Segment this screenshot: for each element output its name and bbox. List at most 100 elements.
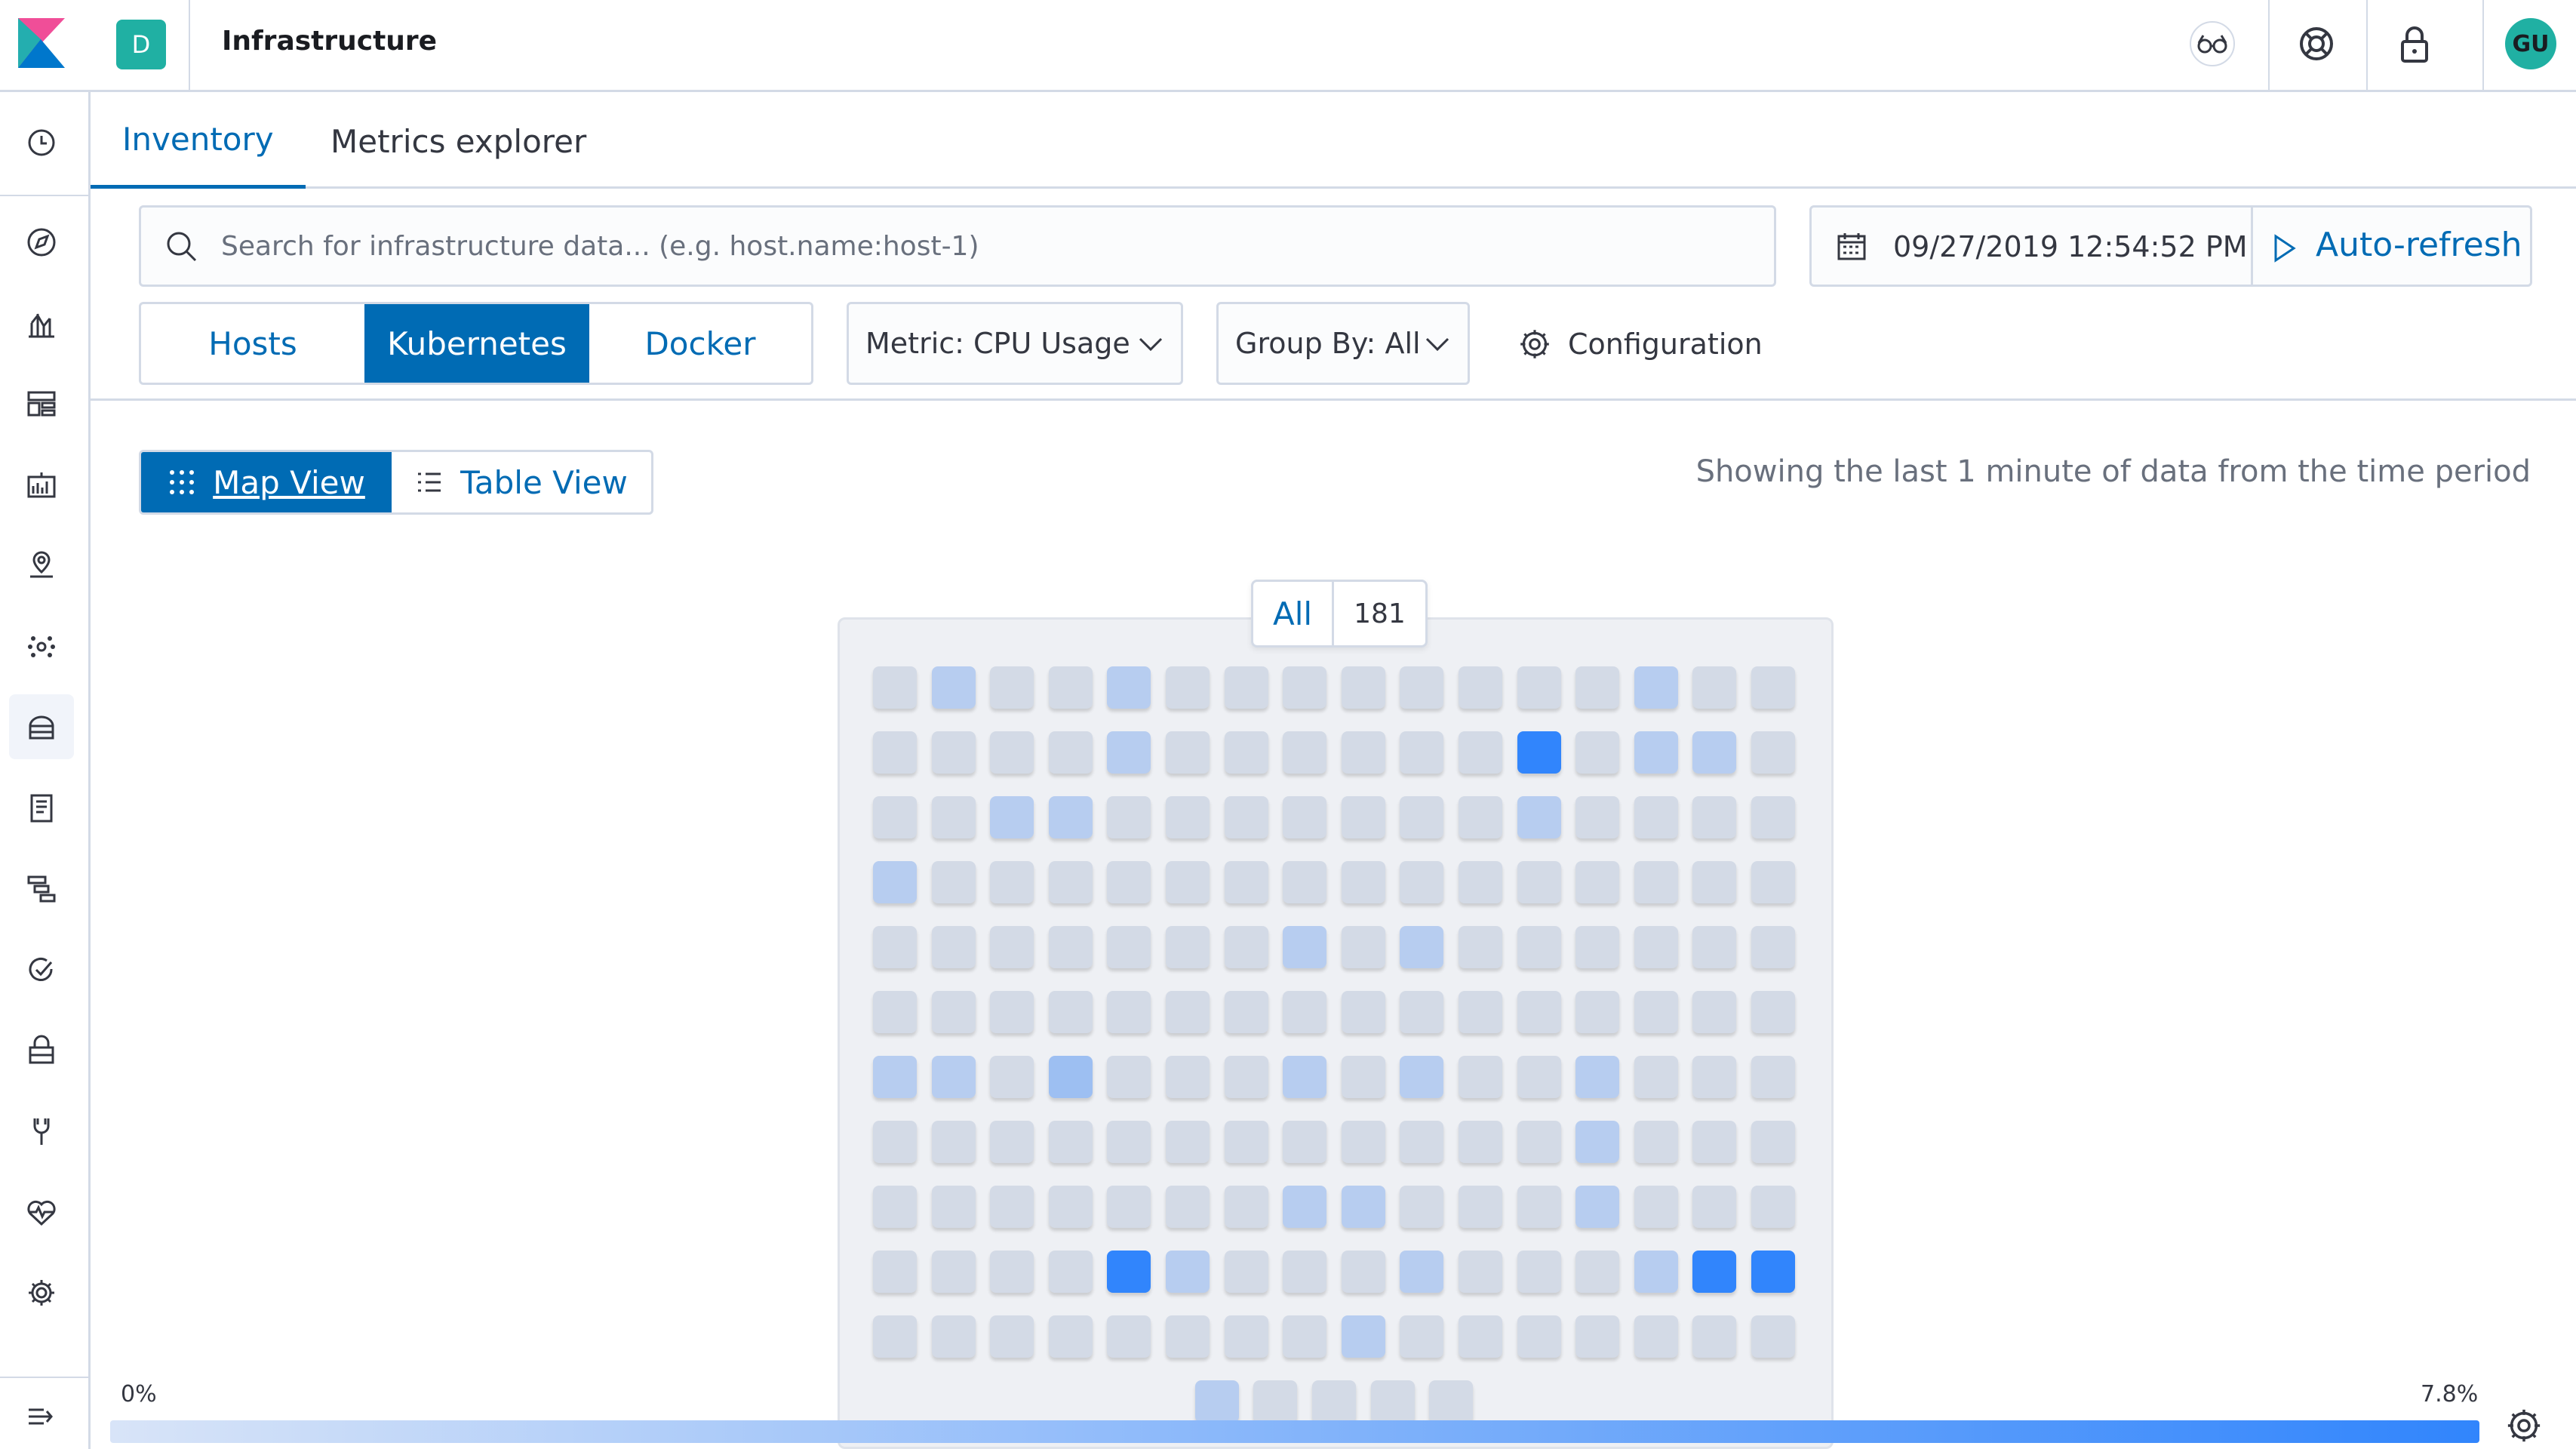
map-node[interactable]: [1634, 666, 1678, 709]
map-node[interactable]: [1283, 796, 1327, 838]
map-node[interactable]: [990, 1056, 1034, 1098]
map-node[interactable]: [1459, 926, 1502, 968]
map-node[interactable]: [1166, 861, 1210, 903]
map-node[interactable]: [1048, 1315, 1093, 1358]
map-node[interactable]: [1459, 666, 1502, 709]
map-node[interactable]: [1692, 1186, 1737, 1228]
tab-metrics-explorer[interactable]: Metrics explorer: [330, 94, 586, 189]
map-node[interactable]: [1341, 926, 1385, 968]
map-node[interactable]: [1400, 731, 1444, 774]
map-node[interactable]: [1751, 1315, 1795, 1358]
map-node[interactable]: [1429, 1380, 1474, 1423]
map-node[interactable]: [1692, 1121, 1737, 1163]
map-node[interactable]: [873, 731, 917, 774]
map-node[interactable]: [1751, 1251, 1795, 1293]
map-node[interactable]: [1048, 991, 1093, 1033]
map-node[interactable]: [1400, 796, 1444, 838]
search-bar[interactable]: Search for infrastructure data... (e.g. …: [139, 205, 1776, 287]
map-node[interactable]: [990, 1186, 1034, 1228]
nav-apm[interactable]: [9, 856, 74, 921]
map-node[interactable]: [1048, 1121, 1093, 1163]
map-node[interactable]: [1751, 861, 1795, 903]
map-node[interactable]: [990, 861, 1034, 903]
map-node[interactable]: [1575, 1251, 1620, 1293]
map-node[interactable]: [1575, 1186, 1620, 1228]
map-node[interactable]: [1224, 666, 1268, 709]
map-node[interactable]: [1283, 991, 1327, 1033]
nav-collapse-button[interactable]: [9, 1384, 74, 1449]
map-node[interactable]: [1459, 1315, 1502, 1358]
map-node[interactable]: [1224, 1315, 1268, 1358]
map-node[interactable]: [1634, 926, 1678, 968]
configuration-button[interactable]: Configuration: [1517, 320, 1763, 368]
nav-monitoring[interactable]: [9, 1179, 74, 1244]
map-node[interactable]: [990, 926, 1034, 968]
map-node[interactable]: [1166, 926, 1210, 968]
map-node[interactable]: [931, 1121, 976, 1163]
map-node[interactable]: [1048, 1251, 1093, 1293]
map-node[interactable]: [1048, 666, 1093, 709]
map-node[interactable]: [1575, 796, 1620, 838]
map-node[interactable]: [1048, 796, 1093, 838]
metric-dropdown[interactable]: Metric: CPU Usage: [847, 302, 1183, 385]
map-node[interactable]: [1166, 991, 1210, 1033]
map-node[interactable]: [1341, 1315, 1385, 1358]
map-node[interactable]: [1341, 1121, 1385, 1163]
map-node[interactable]: [1166, 731, 1210, 774]
map-node[interactable]: [1107, 861, 1151, 903]
map-node[interactable]: [931, 731, 976, 774]
map-node[interactable]: [1107, 1315, 1151, 1358]
map-node[interactable]: [1517, 1056, 1561, 1098]
map-node[interactable]: [1283, 731, 1327, 774]
map-node[interactable]: [1283, 1251, 1327, 1293]
map-node[interactable]: [990, 666, 1034, 709]
space-avatar[interactable]: D: [116, 20, 166, 69]
map-view-button[interactable]: Map View: [141, 452, 392, 512]
user-avatar[interactable]: GU: [2505, 18, 2556, 69]
map-node[interactable]: [1575, 1121, 1620, 1163]
map-node[interactable]: [1692, 731, 1737, 774]
nav-recently-viewed[interactable]: [9, 110, 74, 175]
date-display[interactable]: 09/27/2019 12:54:52 PM: [1893, 230, 2248, 263]
nav-visualize[interactable]: [9, 291, 74, 356]
map-node[interactable]: [1107, 926, 1151, 968]
map-node[interactable]: [1224, 926, 1268, 968]
map-node[interactable]: [1751, 731, 1795, 774]
map-node[interactable]: [1253, 1380, 1298, 1423]
map-node[interactable]: [1400, 926, 1444, 968]
group-by-dropdown[interactable]: Group By: All: [1216, 302, 1470, 385]
kubernetes-button[interactable]: Kubernetes: [364, 304, 589, 383]
map-node[interactable]: [1107, 731, 1151, 774]
nav-uptime[interactable]: [9, 937, 74, 1002]
nav-canvas[interactable]: [9, 453, 74, 518]
map-node[interactable]: [1634, 1186, 1678, 1228]
map-node[interactable]: [1459, 1251, 1502, 1293]
map-node[interactable]: [1224, 991, 1268, 1033]
map-node[interactable]: [1283, 1186, 1327, 1228]
map-node[interactable]: [1575, 1056, 1620, 1098]
calendar-icon[interactable]: [1836, 230, 1867, 262]
map-node[interactable]: [1692, 861, 1737, 903]
map-node[interactable]: [990, 1251, 1034, 1293]
map-node[interactable]: [1400, 1315, 1444, 1358]
map-node[interactable]: [1400, 1121, 1444, 1163]
map-node[interactable]: [1692, 991, 1737, 1033]
map-node[interactable]: [1283, 861, 1327, 903]
map-node[interactable]: [1107, 1121, 1151, 1163]
map-node[interactable]: [1341, 731, 1385, 774]
map-node[interactable]: [1166, 1056, 1210, 1098]
map-node[interactable]: [1634, 796, 1678, 838]
map-node[interactable]: [931, 1251, 976, 1293]
map-node[interactable]: [1224, 796, 1268, 838]
map-node[interactable]: [873, 991, 917, 1033]
nav-logs[interactable]: [9, 776, 74, 841]
map-node[interactable]: [1459, 861, 1502, 903]
map-node[interactable]: [1048, 1186, 1093, 1228]
map-node[interactable]: [1400, 861, 1444, 903]
map-node[interactable]: [1166, 666, 1210, 709]
map-node[interactable]: [1692, 666, 1737, 709]
map-node[interactable]: [1048, 731, 1093, 774]
map-node[interactable]: [1283, 1056, 1327, 1098]
map-node[interactable]: [1575, 666, 1620, 709]
map-node[interactable]: [931, 861, 976, 903]
